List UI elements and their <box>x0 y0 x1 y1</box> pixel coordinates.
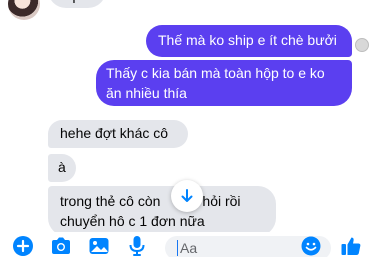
message-bubble[interactable]: à <box>48 154 76 182</box>
image-icon[interactable] <box>88 235 110 257</box>
message-text: nqua <box>60 0 91 5</box>
message-bubble[interactable]: hehe đợt khác cô <box>48 120 188 148</box>
message-bubble[interactable]: Thế mà ko ship e ít chè bưởi <box>146 25 352 57</box>
microphone-icon[interactable] <box>126 235 148 257</box>
thumbs-up-icon[interactable] <box>340 235 362 257</box>
contact-avatar[interactable] <box>8 0 40 20</box>
message-text: Thấy c kia bán mà toàn hộp to e ko ăn nh… <box>106 65 325 101</box>
plus-circle-icon[interactable] <box>12 235 34 257</box>
arrow-down-icon <box>181 189 193 202</box>
message-bubble[interactable]: nqua <box>48 0 106 8</box>
message-text: Thế mà ko ship e ít chè bưởi <box>158 32 337 48</box>
seen-avatar <box>355 38 369 52</box>
composer-bar: Aa <box>0 232 374 257</box>
scroll-to-bottom-button[interactable] <box>171 180 203 212</box>
message-text: à <box>58 159 66 175</box>
message-text: trong thẻ cô còn c hỏi rồi chuyển hô c 1… <box>60 193 245 229</box>
message-text: hehe đợt khác cô <box>60 125 169 141</box>
message-input-placeholder: Aa <box>180 240 198 256</box>
camera-icon[interactable] <box>50 235 72 257</box>
message-bubble[interactable]: Thấy c kia bán mà toàn hộp to e ko ăn nh… <box>96 60 352 106</box>
text-caret <box>177 240 178 256</box>
emoji-icon[interactable] <box>300 235 322 257</box>
message-bubble[interactable]: trong thẻ cô còn c hỏi rồi chuyển hô c 1… <box>48 186 276 232</box>
message-list[interactable]: nqua Thế mà ko ship e ít chè bưởi Thấy c… <box>0 0 374 232</box>
